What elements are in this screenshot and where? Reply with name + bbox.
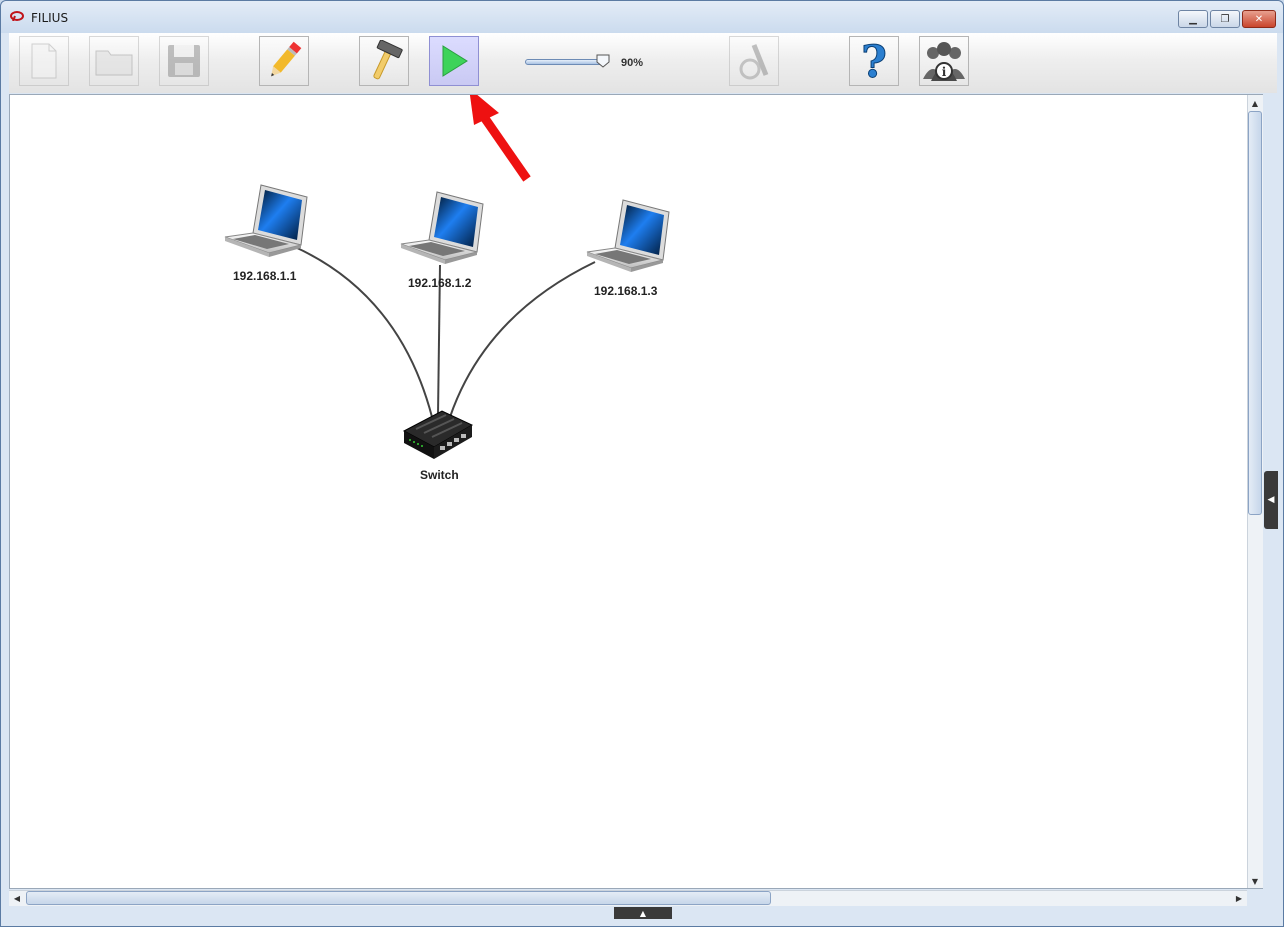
new-file-icon xyxy=(31,43,57,79)
node-label-pc2: 192.168.1.2 xyxy=(408,276,472,290)
laptop-icon xyxy=(224,184,308,257)
scroll-left-arrow-icon[interactable]: ◀ xyxy=(10,891,24,905)
cable-pc3-switch[interactable] xyxy=(449,261,596,418)
svg-text:?: ? xyxy=(861,39,887,83)
close-button[interactable]: ✕ xyxy=(1242,10,1276,28)
scroll-right-arrow-icon[interactable]: ▶ xyxy=(1232,891,1246,905)
minimize-button[interactable]: ▁ xyxy=(1178,10,1208,28)
scroll-down-arrow-icon[interactable]: ▼ xyxy=(1248,874,1262,888)
network-diagram xyxy=(224,95,670,459)
info-people-icon: i xyxy=(923,42,965,81)
wizard-icon xyxy=(739,44,769,80)
title-bar[interactable]: FILIUS ▁ ❐ ✕ xyxy=(1,1,1283,33)
design-mode-button[interactable] xyxy=(259,36,309,86)
restore-icon: ❐ xyxy=(1220,13,1230,25)
maximize-button[interactable]: ❐ xyxy=(1210,10,1240,28)
folder-icon xyxy=(95,50,133,76)
node-label-pc3: 192.168.1.3 xyxy=(594,284,658,298)
window-title: FILIUS xyxy=(31,11,69,25)
switch-icon xyxy=(402,410,474,459)
chevron-left-icon: ◀ xyxy=(1267,495,1275,505)
node-label-switch: Switch xyxy=(420,468,459,482)
close-icon: ✕ xyxy=(1254,13,1264,25)
laptop-node-pc2[interactable] xyxy=(400,191,484,264)
svg-text:i: i xyxy=(942,65,947,79)
network-cables xyxy=(294,246,596,418)
pencil-icon xyxy=(271,41,302,77)
laptop-icon xyxy=(586,199,670,272)
build-mode-button[interactable] xyxy=(359,36,409,86)
scroll-up-arrow-icon[interactable]: ▲ xyxy=(1248,96,1262,110)
zoom-level-label: 90% xyxy=(621,57,644,69)
red-annotation-arrow xyxy=(469,95,531,182)
switch-node[interactable] xyxy=(402,410,474,459)
question-mark-icon: ? xyxy=(861,39,888,83)
hammer-icon xyxy=(373,40,403,80)
side-panel-toggle[interactable]: ◀ xyxy=(1264,471,1278,529)
cable-pc1-switch[interactable] xyxy=(294,246,433,418)
horizontal-scrollbar-thumb[interactable] xyxy=(26,891,771,905)
laptop-icon xyxy=(400,191,484,264)
vertical-scrollbar-thumb[interactable] xyxy=(1248,111,1262,515)
play-icon xyxy=(442,45,468,77)
zoom-slider-handle[interactable] xyxy=(596,54,610,68)
node-label-pc1: 192.168.1.1 xyxy=(233,269,297,283)
info-button[interactable]: i xyxy=(919,36,969,86)
filius-logo-icon xyxy=(10,11,24,21)
laptop-node-pc1[interactable] xyxy=(224,184,308,257)
open-file-button[interactable] xyxy=(89,36,139,86)
app-window: FILIUS ▁ ❐ ✕ 90% ? i 192.168.1.1 192.168… xyxy=(0,0,1284,927)
laptop-node-pc3[interactable] xyxy=(586,199,670,272)
zoom-slider[interactable] xyxy=(525,59,603,65)
network-canvas[interactable]: 192.168.1.1 192.168.1.2 192.168.1.3 Swit… xyxy=(9,94,1263,889)
simulation-mode-button[interactable] xyxy=(429,36,479,86)
floppy-disk-icon xyxy=(168,45,200,77)
save-button[interactable] xyxy=(159,36,209,86)
wizard-button[interactable] xyxy=(729,36,779,86)
minimize-icon: ▁ xyxy=(1189,13,1197,25)
help-button[interactable]: ? xyxy=(849,36,899,86)
bottom-panel-toggle[interactable]: ▲ xyxy=(614,907,672,919)
chevron-up-icon: ▲ xyxy=(639,908,647,918)
new-file-button[interactable] xyxy=(19,36,69,86)
toolbar: 90% ? i xyxy=(9,33,1277,93)
